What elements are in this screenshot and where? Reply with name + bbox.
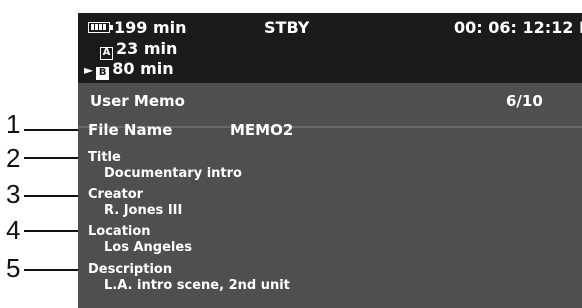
battery-icon	[88, 22, 113, 33]
callout-5: 5	[6, 253, 21, 283]
timecode: 00: 06: 12:12 P	[454, 18, 582, 37]
selected-slot-indicator-icon: ►	[84, 63, 94, 77]
callout-5-leader	[24, 269, 86, 271]
card-slot-b-icon: B	[96, 67, 110, 80]
creator-label: Creator	[88, 187, 144, 202]
creator-value: R. Jones III	[104, 203, 183, 218]
callout-3: 3	[6, 179, 21, 209]
file-name-label: File Name	[88, 121, 173, 139]
description-value: L.A. intro scene, 2nd unit	[104, 278, 290, 293]
slot-b-row: ► B 80 min	[84, 59, 174, 80]
title-value: Documentary intro	[104, 166, 242, 181]
status-bar: 199 min STBY 00: 06: 12:12 P A 23 min ► B 8…	[78, 13, 582, 83]
callout-2: 2	[6, 143, 21, 173]
location-value: Los Angeles	[104, 240, 192, 255]
callout-4: 4	[6, 215, 21, 245]
callout-3-leader	[24, 195, 86, 197]
battery-time: 199 min	[114, 18, 187, 37]
title-label: Title	[88, 150, 121, 165]
callout-2-leader	[24, 157, 86, 159]
location-label: Location	[88, 224, 151, 239]
callout-1-leader	[24, 129, 86, 131]
memo-page-indicator: 6/10	[506, 92, 543, 110]
mode-status: STBY	[264, 18, 310, 37]
slot-b-time: 80 min	[112, 59, 174, 78]
description-label: Description	[88, 262, 173, 277]
file-name-value: MEMO2	[230, 121, 294, 139]
slot-a-time: 23 min	[116, 39, 178, 58]
callout-4-leader	[24, 230, 86, 232]
callout-1: 1	[6, 109, 21, 139]
slot-a-row: A 23 min	[100, 39, 178, 60]
user-memo-title: User Memo	[90, 92, 185, 110]
camera-screen: 199 min STBY 00: 06: 12:12 P A 23 min ► B 8…	[78, 13, 582, 308]
